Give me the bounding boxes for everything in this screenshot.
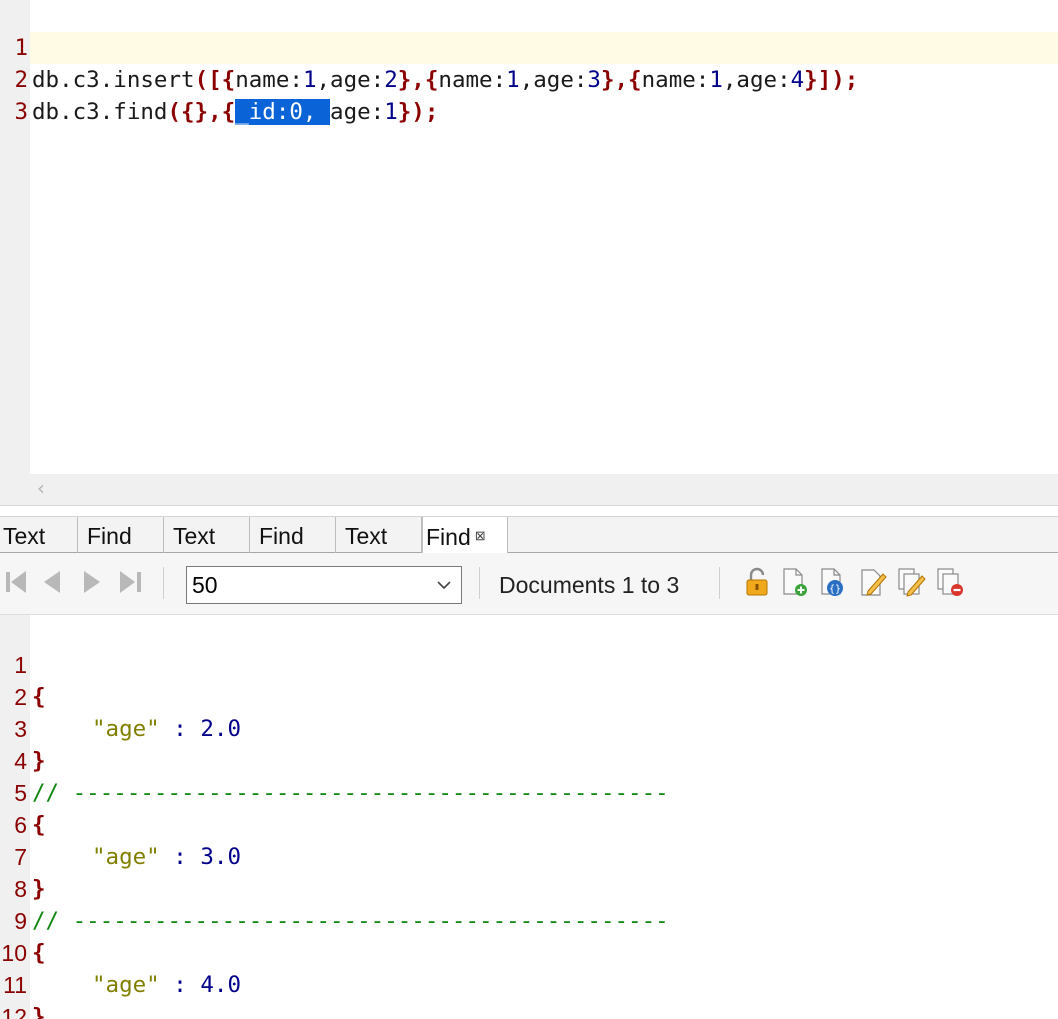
editor-line-2[interactable]: 2 db.c3.find({},{_id:0, age:1}); [0,32,1058,125]
result-line: 10 "age" : 4.0 [0,905,1058,998]
page-size-value: 50 [192,572,218,598]
code-token: 1 [384,99,398,125]
tab-text-2[interactable]: Text [170,517,250,553]
result-line: 2 "age" : 2.0 [0,649,1058,742]
result-line: 6 "age" : 3.0 [0,777,1058,870]
scroll-left-icon[interactable]: ‹ [37,476,45,500]
code-token: }); [397,99,439,125]
result-tab-bar: Text Find Text Find Text Find ⊠ [0,516,1058,554]
results-toolbar: 50 Documents 1 to 3 {} [0,553,1058,615]
tab-find-1[interactable]: Find [84,517,164,553]
tab-find-3-active[interactable]: Find ⊠ [422,517,508,554]
result-line: 11 } [0,937,1058,1019]
tab-label: Find [426,524,471,550]
code-token: age: [330,99,385,125]
edit-document-icon[interactable] [858,566,888,598]
previous-page-icon[interactable] [38,567,66,597]
edit-documents-icon[interactable] [896,566,926,598]
toolbar-separator [163,567,164,599]
tab-label: Text [3,523,46,549]
next-page-icon[interactable] [78,567,106,597]
tab-label: Find [87,523,132,549]
tab-text-1[interactable]: Text [0,517,78,553]
lock-icon[interactable] [742,566,772,598]
toolbar-separator [479,567,480,599]
result-line: 3 } [0,681,1058,774]
editor-code[interactable]: db.c3.find({},{_id:0, age:1}); [32,96,438,128]
result-line: 1 { [0,617,1058,710]
page-size-select[interactable]: 50 [186,566,462,604]
tab-label: Text [173,523,216,549]
close-tab-icon[interactable]: ⊠ [475,528,486,543]
delete-document-icon[interactable] [935,566,965,598]
svg-text:{}: {} [829,584,841,595]
tab-label: Text [345,523,388,549]
code-token: ({},{ [167,99,236,125]
view-document-icon[interactable]: {} [817,566,847,598]
editor-horizontal-scrollbar[interactable]: ‹ [0,474,1058,506]
first-page-icon[interactable] [4,567,32,597]
result-line: 5 { [0,745,1058,838]
result-line: 12 [0,969,1058,1019]
selected-text[interactable]: _id:0, [235,99,331,125]
query-editor[interactable]: 1 db.c3.insert([{name:1,age:2},{name:1,a… [0,0,1058,474]
chevron-down-icon [437,581,451,590]
results-text-view[interactable]: 1 { 2 "age" : 2.0 3 } 4 // -------------… [0,615,1058,1019]
editor-line-3[interactable]: 3 [0,64,1058,125]
result-line: 9 { [0,873,1058,966]
result-line: 7 } [0,809,1058,902]
result-line: 4 // -----------------------------------… [0,713,1058,806]
result-line: 8 // -----------------------------------… [0,841,1058,934]
line-number: 3 [14,99,28,125]
editor-line-1[interactable]: 1 db.c3.insert([{name:1,age:2},{name:1,a… [0,0,1058,93]
toolbar-separator [719,567,720,599]
last-page-icon[interactable] [116,567,144,597]
line-number: 12 [1,1004,27,1019]
tab-label: Find [259,523,304,549]
document-count-label: Documents 1 to 3 [499,572,680,598]
add-document-icon[interactable] [779,566,809,598]
tab-text-3[interactable]: Text [342,517,422,553]
tab-find-2[interactable]: Find [256,517,336,553]
